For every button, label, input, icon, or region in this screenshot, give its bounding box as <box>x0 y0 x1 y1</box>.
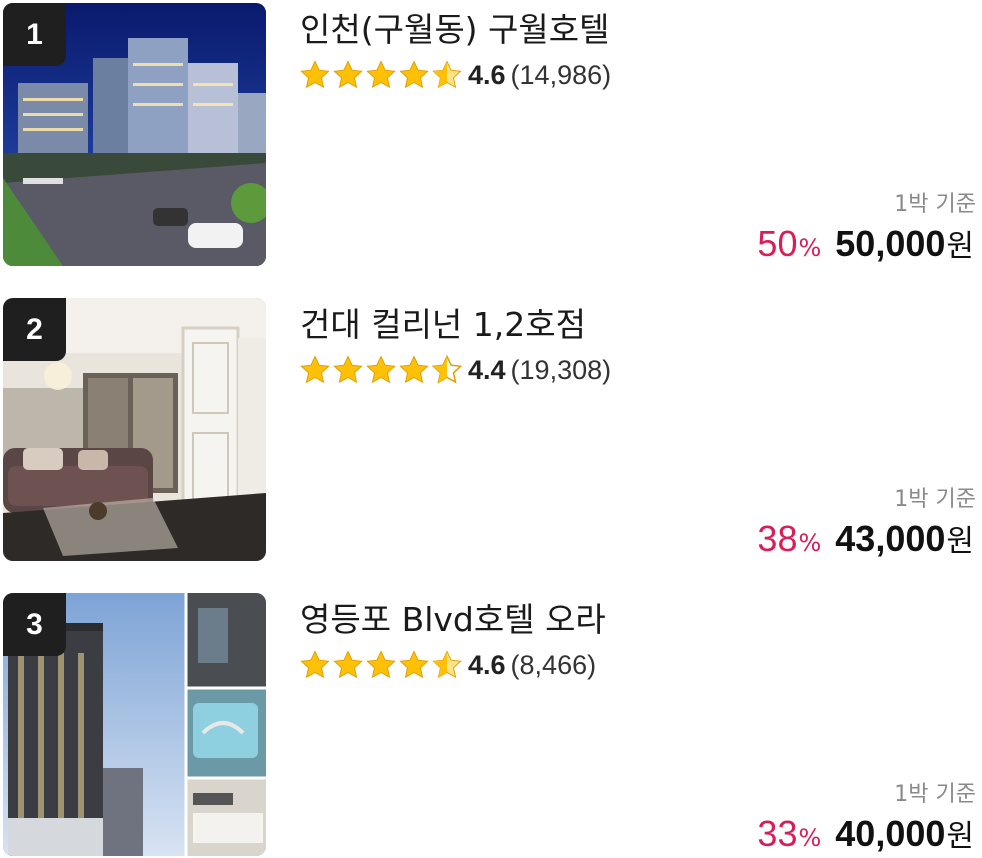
hotel-ranking-list: 1 인천(구월동) 구월호텔 4.6 (14,986) 1박 기준 50 % 5… <box>0 0 982 858</box>
hotel-photo[interactable]: 2 <box>3 298 266 561</box>
currency-unit: 원 <box>946 524 974 559</box>
star-icon <box>399 651 429 678</box>
star-icon <box>300 651 330 678</box>
discount-rate: 50 <box>757 223 798 264</box>
star-icon <box>399 61 429 88</box>
star-icon <box>300 61 330 88</box>
price: 33 % 40,000 원 <box>757 811 974 855</box>
price-amount: 43,000 <box>835 518 946 559</box>
hotel-name[interactable]: 건대 컬리넌 1,2호점 <box>300 304 586 346</box>
review-count: (14,986) <box>510 59 612 90</box>
rank-badge: 3 <box>3 593 66 656</box>
rating-score: 4.4 <box>468 354 506 385</box>
star-half-icon <box>432 651 462 678</box>
star-icon <box>366 651 396 678</box>
price-basis: 1박 기준 <box>894 487 976 512</box>
star-icon <box>399 356 429 383</box>
hotel-card[interactable]: 1 인천(구월동) 구월호텔 4.6 (14,986) 1박 기준 50 % 5… <box>0 3 982 267</box>
star-half-icon <box>432 61 462 88</box>
hotel-card[interactable]: 2 건대 컬리넌 1,2호점 4.4 (19,308) 1박 기준 38 % 4… <box>0 298 982 562</box>
star-icon <box>300 356 330 383</box>
rank-badge: 2 <box>3 298 66 361</box>
star-rating <box>299 354 464 386</box>
currency-unit: 원 <box>946 229 974 264</box>
price-basis: 1박 기준 <box>894 782 976 807</box>
price-amount: 40,000 <box>835 813 946 854</box>
star-half-empty-icon <box>432 355 462 383</box>
rating-score: 4.6 <box>468 59 506 90</box>
review-count: (8,466) <box>510 649 597 680</box>
star-icon <box>333 651 363 678</box>
star-icon <box>333 356 363 383</box>
rank-badge: 1 <box>3 3 66 66</box>
price-amount: 50,000 <box>835 223 946 264</box>
hotel-card[interactable]: 3 영등포 Blvd호텔 오라 4.6 (8,466) 1박 기준 33 % 4… <box>0 593 982 857</box>
hotel-name[interactable]: 영등포 Blvd호텔 오라 <box>300 599 606 641</box>
rating-score: 4.6 <box>468 649 506 680</box>
rating: 4.6 (14,986) <box>299 57 611 93</box>
hotel-photo[interactable]: 1 <box>3 3 266 266</box>
rating: 4.6 (8,466) <box>299 647 596 683</box>
discount-rate: 33 <box>757 813 798 854</box>
rating: 4.4 (19,308) <box>299 352 611 388</box>
currency-unit: 원 <box>946 819 974 854</box>
hotel-photo[interactable]: 3 <box>3 593 266 856</box>
discount-rate: 38 <box>757 518 798 559</box>
star-icon <box>366 61 396 88</box>
review-count: (19,308) <box>510 354 612 385</box>
star-rating <box>299 59 464 91</box>
star-rating <box>299 649 464 681</box>
percent-sign: % <box>798 234 822 262</box>
star-icon <box>333 61 363 88</box>
price: 38 % 43,000 원 <box>757 516 974 560</box>
star-icon <box>366 356 396 383</box>
percent-sign: % <box>798 824 822 852</box>
price: 50 % 50,000 원 <box>757 221 974 265</box>
percent-sign: % <box>798 529 822 557</box>
price-basis: 1박 기준 <box>894 192 976 217</box>
hotel-name[interactable]: 인천(구월동) 구월호텔 <box>300 9 609 51</box>
